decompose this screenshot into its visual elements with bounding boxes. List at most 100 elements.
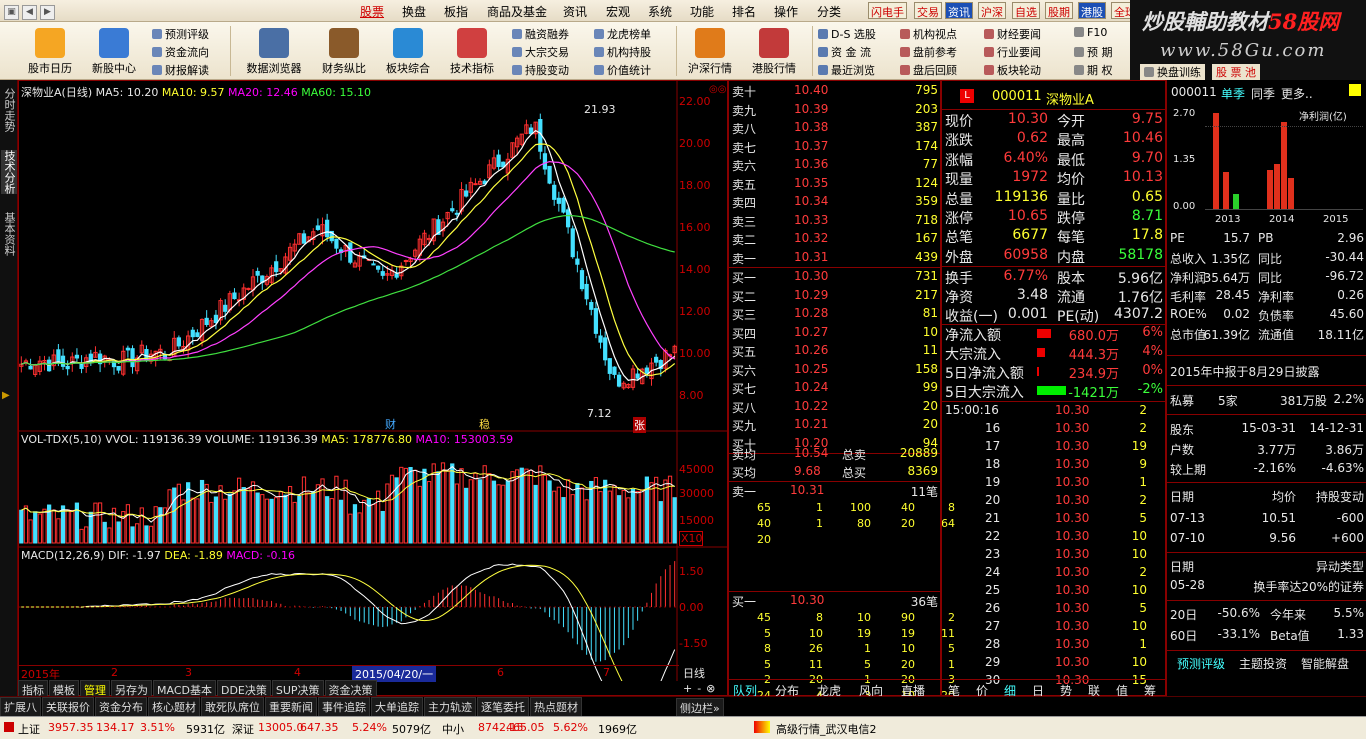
function-tab[interactable]: 热点题材 [530, 697, 582, 717]
inst-view-link[interactable]: 机构视点 [900, 26, 957, 42]
menu-item-operation[interactable]: 操作 [774, 3, 798, 20]
premarket-link[interactable]: 盘前参考 [900, 44, 957, 60]
function-tab[interactable]: 关联报价 [42, 697, 94, 717]
sector-button[interactable]: 板块综合 [378, 28, 438, 76]
inst-holding-link[interactable]: 机构持股 [594, 44, 651, 60]
indicator-button[interactable]: 技术指标 [442, 28, 502, 76]
fund-flow-link[interactable]: 资金流向 [152, 44, 209, 60]
buy-level[interactable]: 买六 10.25 158 [732, 362, 940, 380]
hk-quotes-button[interactable]: 港股行情 [744, 28, 804, 76]
data-browser-button[interactable]: 数据浏览器 [240, 28, 308, 76]
tab-technical[interactable]: 技术分析 [1, 150, 17, 194]
sell-level[interactable]: 卖六 10.36 77 [732, 157, 940, 175]
menu-item-ranking[interactable]: 排名 [732, 3, 756, 20]
capital-flow-link[interactable]: 资 金 流 [818, 44, 871, 60]
quick-hk[interactable]: 港股 [1078, 2, 1106, 19]
quick-futures[interactable]: 股期 [1045, 2, 1073, 19]
margin-link[interactable]: 融资融券 [512, 26, 569, 42]
function-tab[interactable]: 敢死队席位 [201, 697, 264, 717]
forecast-rating-link[interactable]: 预测评级 [152, 26, 209, 42]
quick-news[interactable]: 资讯 [945, 2, 973, 19]
menu-item-category[interactable]: 分类 [817, 3, 841, 20]
expand-icon[interactable] [1349, 84, 1361, 96]
menu-item-commodities[interactable]: 商品及基金 [487, 3, 547, 20]
ds-select-link[interactable]: D-S 选股 [818, 26, 876, 42]
hushen-quotes-button[interactable]: 沪深行情 [682, 28, 738, 76]
menu-item-stocks[interactable]: 股票 [360, 3, 384, 20]
f10-link[interactable]: 预测评级 [1177, 655, 1225, 672]
function-tab[interactable]: 重要新闻 [265, 697, 317, 717]
dragon-tiger-link[interactable]: 龙虎榜单 [594, 26, 651, 42]
event-marker[interactable]: 财 [385, 416, 396, 432]
collapse-arrow-icon[interactable]: ▶ [2, 390, 10, 401]
buy-level[interactable]: 买三 10.28 81 [732, 306, 940, 324]
f10-tab[interactable]: 更多.. [1281, 85, 1313, 102]
quick-trade[interactable]: 交易 [914, 2, 942, 19]
menu-item-huanpan[interactable]: 换盘 [402, 3, 426, 20]
status-item[interactable]: 高级行情_武汉电信2 [776, 721, 877, 737]
function-tab[interactable]: 扩展八 [0, 697, 41, 717]
postmarket-link[interactable]: 盘后回顾 [900, 62, 957, 78]
quick-flash[interactable]: 闪电手 [868, 2, 907, 19]
sell-level[interactable]: 卖七 10.37 174 [732, 139, 940, 157]
kline-chart-area[interactable]: 深物业A(日线) MA5: 10.20 MA10: 9.57 MA20: 12.… [18, 80, 728, 696]
f10-tab[interactable]: 单季 [1221, 85, 1245, 102]
period-label[interactable]: 日线 [683, 665, 705, 681]
sell-level[interactable]: 卖八 10.38 387 [732, 120, 940, 138]
back-icon[interactable]: ◀ [22, 5, 37, 20]
quick-watchlist[interactable]: 自选 [1012, 2, 1040, 19]
buy-level[interactable]: 买八 10.22 20 [732, 399, 940, 417]
menu-item-system[interactable]: 系统 [648, 3, 672, 20]
options-link[interactable]: 期 权 [1074, 62, 1113, 78]
industry-news-link[interactable]: 行业要闻 [984, 44, 1041, 60]
event-marker[interactable]: 稳 [479, 416, 490, 432]
menu-item-functions[interactable]: 功能 [690, 3, 714, 20]
restore-icon[interactable]: ▣ [4, 5, 19, 20]
sidebar-toggle[interactable]: 侧边栏» [676, 698, 724, 718]
sell-level[interactable]: 卖四 10.34 359 [732, 194, 940, 212]
tab-intraday[interactable]: 分时走势 [1, 88, 17, 132]
function-tab[interactable]: 大单追踪 [371, 697, 423, 717]
f10-link[interactable]: F10 [1074, 26, 1107, 39]
sector-rotation-link[interactable]: 板块轮动 [984, 62, 1041, 78]
ipo-center-button[interactable]: 新股中心 [84, 28, 144, 76]
menu-item-indices[interactable]: 板指 [444, 3, 468, 20]
training-link[interactable]: 换盘训练 [1140, 64, 1205, 80]
sell-level[interactable]: 卖三 10.33 718 [732, 213, 940, 231]
report-notice[interactable]: 2015年中报于8月29日披露 [1170, 363, 1319, 381]
function-tab[interactable]: 资金分布 [95, 697, 147, 717]
function-tab[interactable]: 主力轨迹 [424, 697, 476, 717]
forecast-link[interactable]: 预 期 [1074, 44, 1113, 60]
buy-level[interactable]: 买五 10.26 11 [732, 343, 940, 361]
forward-icon[interactable]: ▶ [40, 5, 55, 20]
stock-calendar-button[interactable]: 股市日历 [20, 28, 80, 76]
stock-pool-link[interactable]: 股 票 池 [1212, 64, 1260, 80]
finance-compare-button[interactable]: 财务纵比 [314, 28, 374, 76]
f10-link[interactable]: 智能解盘 [1301, 655, 1349, 672]
buy-level[interactable]: 买一 10.30 731 [732, 269, 940, 287]
holding-change-link[interactable]: 持股变动 [512, 62, 569, 78]
event-marker[interactable]: 张 [633, 417, 646, 433]
buy-level[interactable]: 买四 10.27 10 [732, 325, 940, 343]
f10-tab[interactable]: 同季 [1251, 85, 1275, 102]
recent-browse-link[interactable]: 最近浏览 [818, 62, 875, 78]
menu-item-news[interactable]: 资讯 [563, 3, 587, 20]
report-link[interactable]: 财报解读 [152, 62, 209, 78]
sell-level[interactable]: 卖五 10.35 124 [732, 176, 940, 194]
buy-level[interactable]: 买九 10.21 20 [732, 417, 940, 435]
function-tab[interactable]: 逐笔委托 [477, 697, 529, 717]
finance-news-link[interactable]: 财经要闻 [984, 26, 1041, 42]
f10-link[interactable]: 主题投资 [1239, 655, 1287, 672]
sell-level[interactable]: 卖一 10.31 439 [732, 250, 940, 268]
menu-item-macro[interactable]: 宏观 [606, 3, 630, 20]
value-stat-link[interactable]: 价值统计 [594, 62, 651, 78]
function-tab[interactable]: 事件追踪 [318, 697, 370, 717]
block-trade-link[interactable]: 大宗交易 [512, 44, 569, 60]
sell-level[interactable]: 卖十 10.40 795 [732, 83, 940, 101]
sell-level[interactable]: 卖九 10.39 203 [732, 102, 940, 120]
buy-level[interactable]: 买二 10.29 217 [732, 288, 940, 306]
sell-level[interactable]: 卖二 10.32 167 [732, 231, 940, 249]
function-tab[interactable]: 核心题材 [148, 697, 200, 717]
chart-settings-icon[interactable]: ◎◎ [709, 84, 726, 95]
tab-fundamental[interactable]: 基本资料 [1, 212, 17, 256]
